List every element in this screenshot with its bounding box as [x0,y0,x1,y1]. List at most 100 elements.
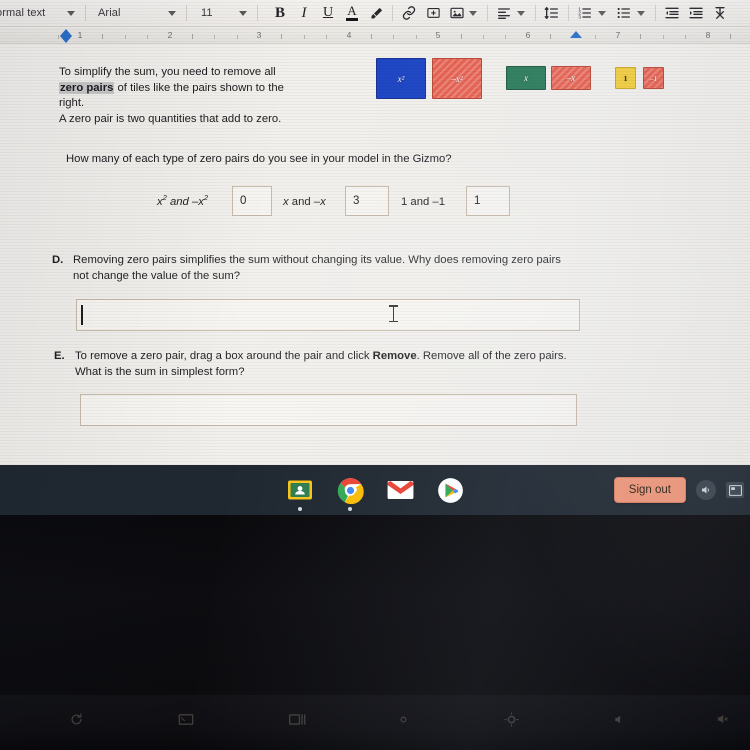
volume-mute-key[interactable] [708,709,736,729]
text-color-button[interactable]: A [340,1,364,25]
volume-icon[interactable] [696,480,716,500]
toolbar-divider [392,5,393,21]
toolbar-divider [568,5,569,21]
answer-label-x: x and –x [283,196,326,208]
toolbar-divider [186,5,187,21]
status-tray-icon[interactable] [726,482,744,498]
shelf-item-classroom[interactable] [287,477,314,511]
section-d-line-1: Removing zero pairs simplifies the sum w… [73,254,561,266]
numbered-list-button[interactable]: 123 [573,1,597,25]
section-d-line-2: not change the value of the sum? [73,269,241,282]
shelf-item-gmail[interactable] [387,477,414,504]
underline-button[interactable]: U [316,1,340,25]
chevron-down-icon[interactable] [517,10,525,16]
intro-line-2-rest: of tiles like the pairs shown to the [114,81,284,94]
ruler-number: 7 [615,30,621,40]
add-comment-button[interactable] [421,1,445,25]
numbered-list-icon: 123 [578,6,591,19]
zero-pairs-question: How many of each type of zero pairs do y… [66,153,452,165]
section-e-answer-input[interactable] [80,394,577,426]
gmail-icon [387,481,413,499]
paragraph-style-dropdown[interactable]: Normal text [0,0,81,27]
tile-x-squared: x² [376,58,426,99]
zero-pairs-highlight: zero pairs [59,81,115,94]
answer-label-x-squared: x2 and –x2 [157,193,209,208]
italic-button[interactable]: I [292,1,316,25]
insert-image-button[interactable] [445,1,469,25]
font-family-label: Arial [98,7,121,19]
toolbar-divider [655,5,656,21]
overview-key[interactable] [283,709,311,729]
ruler-number: 5 [435,30,441,40]
image-icon [450,7,464,19]
docs-toolbar: Normal text Arial 11 B I U [0,0,750,27]
paragraph-style-label: Normal text [0,7,46,19]
chromeos-shelf: Sign out [0,465,750,515]
chevron-down-icon[interactable] [469,10,477,16]
chromebook-screen-photo: Normal text Arial 11 B I U [0,0,750,750]
section-e-letter: E. [54,350,65,362]
google-chrome-icon [337,477,364,504]
answer-value-x: 3 [353,195,360,207]
decrease-indent-icon [665,7,679,19]
insert-link-button[interactable] [397,1,421,25]
ruler-number: 4 [346,30,352,40]
ruler-number: 8 [705,30,711,40]
answer-value-x-squared: 0 [240,195,247,207]
clear-formatting-button[interactable] [708,1,732,25]
brightness-down-key[interactable] [389,709,417,729]
first-line-indent-marker[interactable] [60,29,72,36]
bold-button[interactable]: B [268,1,292,25]
refresh-key[interactable] [62,709,90,729]
chevron-down-icon [67,10,75,16]
bulleted-list-button[interactable] [612,1,636,25]
chevron-down-icon[interactable] [598,10,606,16]
answer-input-x-squared[interactable]: 0 [232,186,272,216]
decrease-indent-button[interactable] [660,1,684,25]
brightness-up-key[interactable] [497,709,525,729]
increase-indent-button[interactable] [684,1,708,25]
shelf-status-area: Sign out [613,465,744,515]
chevron-down-icon[interactable] [637,10,645,16]
font-size-dropdown[interactable]: 11 [191,0,253,27]
google-play-store-icon [437,477,463,503]
shelf-item-play-store[interactable] [437,477,464,504]
line-spacing-button[interactable] [540,1,564,25]
docs-ruler[interactable]: 1 2 3 4 5 6 7 8 [0,27,750,44]
keyboard-function-row [0,695,750,750]
sign-out-button[interactable]: Sign out [613,477,686,503]
intro-line-3: right. [59,97,85,109]
font-family-dropdown[interactable]: Arial [90,0,182,27]
shelf-item-chrome[interactable] [337,477,364,511]
document-page[interactable]: To simplify the sum, you need to remove … [0,44,750,465]
align-button[interactable] [492,1,516,25]
align-left-icon [498,8,510,19]
toolbar-divider [257,5,258,21]
section-d-answer-input[interactable] [76,299,580,331]
toolbar-divider [487,5,488,21]
tile-neg-one: –1 [643,67,664,89]
laptop-bezel [0,515,750,695]
ruler-number: 1 [77,30,83,40]
left-indent-marker[interactable] [60,36,72,43]
answer-label-one: 1 and –1 [401,196,445,208]
answer-input-one[interactable]: 1 [466,186,510,216]
comment-icon [426,7,440,18]
answer-value-one: 1 [474,195,481,207]
text-color-swatch [346,18,358,21]
answer-input-x[interactable]: 3 [345,186,389,216]
highlight-color-button[interactable] [364,1,388,25]
google-classroom-icon [288,480,312,500]
ruler-number: 3 [256,30,262,40]
clear-formatting-icon [715,6,725,19]
toolbar-divider [85,5,86,21]
section-d-letter: D. [52,254,64,266]
ruler-track[interactable]: 1 2 3 4 5 6 7 8 [48,27,750,43]
app-running-indicator [348,506,352,511]
font-size-label: 11 [201,7,213,19]
fullscreen-key[interactable] [172,709,200,729]
volume-down-key[interactable] [604,709,632,729]
tab-stop-marker[interactable] [570,31,582,38]
app-running-indicator [298,506,302,511]
increase-indent-icon [689,7,703,19]
